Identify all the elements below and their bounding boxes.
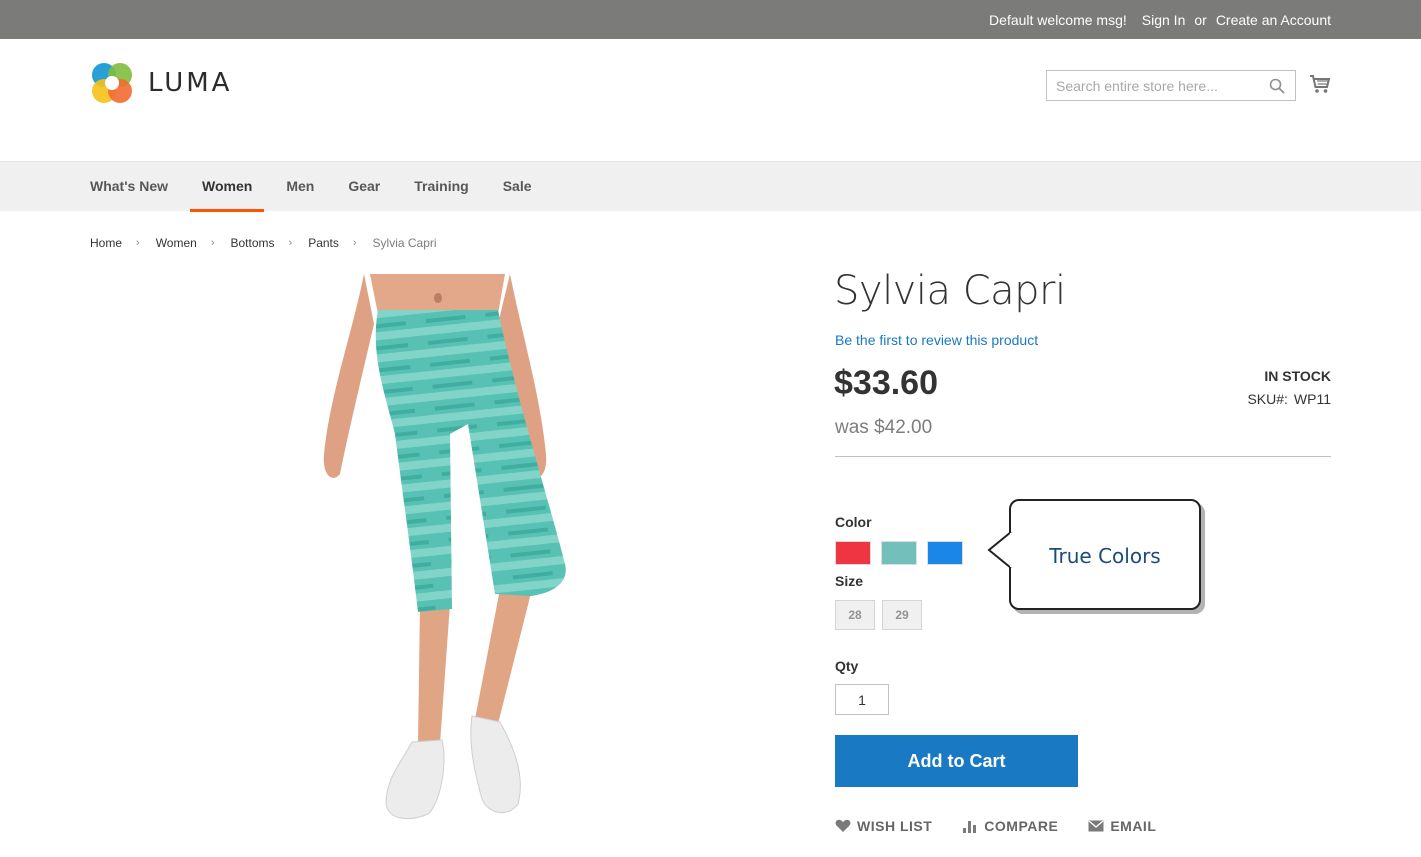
logo-text: LUMA: [148, 68, 233, 98]
nav-item-whats-new[interactable]: What's New: [90, 162, 168, 212]
breadcrumb-pants[interactable]: Pants: [308, 236, 339, 250]
product-title: Sylvia Capri: [834, 268, 1066, 314]
old-price: was $42.00: [835, 417, 933, 438]
divider: [835, 456, 1331, 457]
stock-status: In stock: [1264, 368, 1331, 384]
cart-icon[interactable]: [1309, 73, 1331, 100]
heart-icon: [835, 819, 851, 832]
sku-value: WP11: [1293, 391, 1331, 407]
size-option-28[interactable]: 28: [835, 600, 875, 630]
chevron-right-icon: ›: [210, 237, 215, 249]
chevron-right-icon: ›: [136, 237, 140, 249]
welcome-message: Default welcome msg!: [989, 11, 1127, 28]
sku-label: SKU#:: [1247, 391, 1288, 407]
search-input[interactable]: [1056, 77, 1261, 94]
or-separator: or: [1194, 11, 1207, 28]
breadcrumb: Home › Women › Bottoms › Pants › Sylvia …: [90, 236, 437, 250]
color-label: Color: [835, 514, 872, 530]
compare-link[interactable]: Compare: [962, 818, 1058, 834]
nav-item-training[interactable]: Training: [414, 162, 468, 212]
nav-item-sale[interactable]: Sale: [503, 162, 532, 212]
callout-text: True Colors: [1049, 544, 1161, 568]
search-icon[interactable]: [1269, 78, 1285, 99]
chevron-right-icon: ›: [288, 237, 293, 249]
qty-input[interactable]: [835, 684, 889, 715]
envelope-icon: [1088, 820, 1104, 832]
sku: SKU#: WP11: [1247, 391, 1331, 407]
qty-label: Qty: [835, 658, 859, 674]
product-actions: Wish List Compare Email: [835, 818, 1186, 834]
size-option-29[interactable]: 29: [882, 600, 922, 630]
top-bar: Default welcome msg! Sign In or Create a…: [0, 0, 1421, 39]
color-swatch-turquoise[interactable]: [881, 541, 917, 565]
callout-tail: [987, 531, 1015, 569]
color-swatch-blue[interactable]: [927, 541, 963, 565]
main-nav: What's New Women Men Gear Training Sale: [0, 161, 1421, 212]
email-label: Email: [1110, 818, 1157, 834]
email-link[interactable]: Email: [1088, 818, 1156, 834]
add-to-cart-button[interactable]: Add to Cart: [835, 735, 1078, 787]
nav-item-men[interactable]: Men: [286, 162, 314, 212]
breadcrumb-women[interactable]: Women: [156, 236, 197, 250]
header-links: Default welcome msg! Sign In or Create a…: [981, 0, 1331, 39]
wish-list-link[interactable]: Wish List: [835, 818, 932, 834]
color-swatch-red[interactable]: [835, 541, 871, 565]
nav-item-women[interactable]: Women: [190, 162, 265, 212]
logo[interactable]: LUMA: [90, 61, 232, 105]
size-label: Size: [835, 573, 864, 589]
chevron-right-icon: ›: [352, 237, 357, 249]
breadcrumb-bottoms[interactable]: Bottoms: [231, 236, 275, 250]
review-link[interactable]: Be the first to review this product: [835, 332, 1038, 348]
product-price: $33.60: [834, 364, 938, 402]
sign-in-link[interactable]: Sign In: [1142, 12, 1186, 28]
breadcrumb-current: Sylvia Capri: [372, 236, 437, 250]
compare-label: Compare: [984, 818, 1059, 834]
nav-item-gear[interactable]: Gear: [348, 162, 380, 212]
bar-chart-icon: [963, 821, 977, 833]
create-account-link[interactable]: Create an Account: [1216, 12, 1331, 28]
logo-icon: [90, 61, 134, 105]
callout-bubble: True Colors: [1009, 499, 1201, 610]
search-box: [1046, 70, 1296, 101]
breadcrumb-home[interactable]: Home: [90, 236, 122, 250]
product-image[interactable]: [300, 274, 580, 844]
wish-list-label: Wish List: [857, 818, 933, 834]
